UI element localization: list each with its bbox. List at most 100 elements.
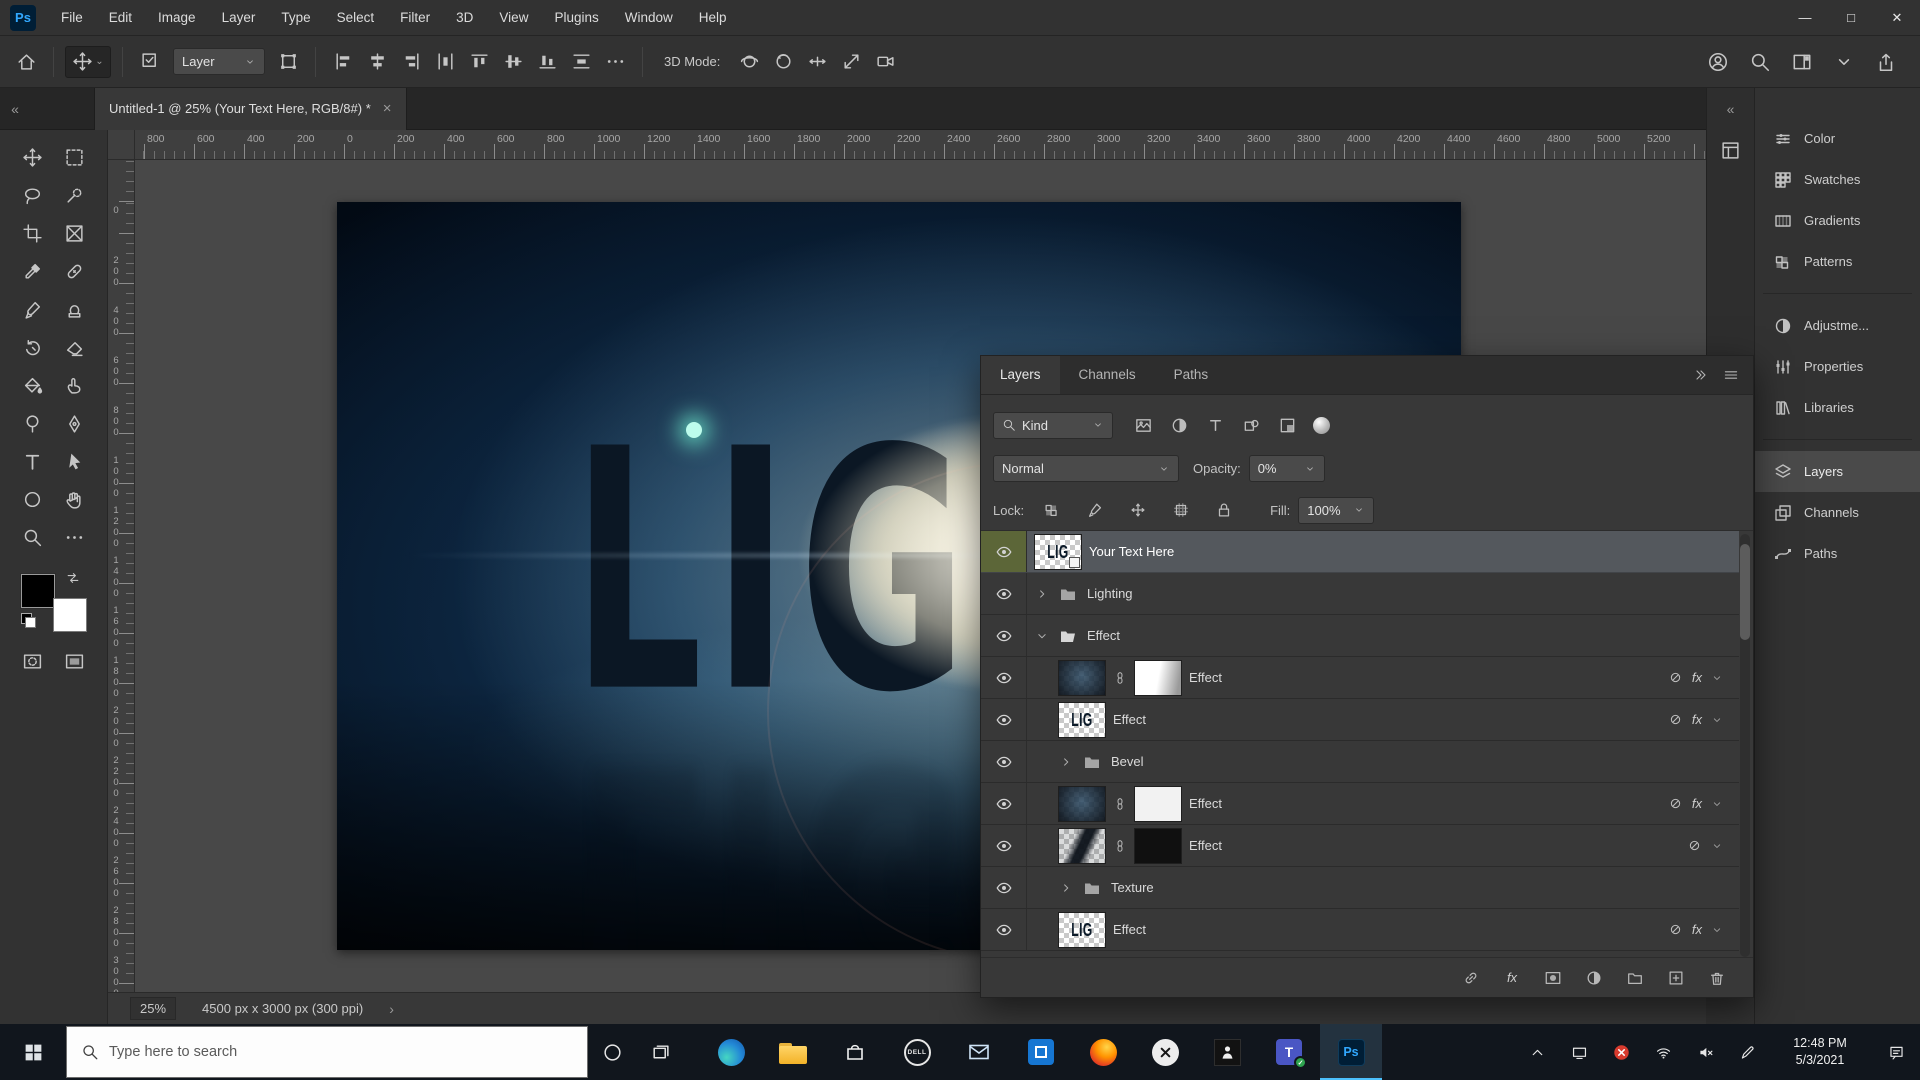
menu-item-filter[interactable]: Filter (387, 0, 443, 36)
visibility-toggle[interactable] (981, 909, 1027, 950)
taskbar-app-teams[interactable]: T✓ (1258, 1024, 1320, 1080)
vertical-ruler[interactable]: 0200400600800100012001400160018002000220… (108, 160, 135, 992)
layer-thumbnail[interactable]: LIG (1035, 535, 1081, 569)
search-input[interactable] (109, 1044, 573, 1060)
action-center-button[interactable] (1872, 1024, 1920, 1080)
dock-item-patterns[interactable]: Patterns (1755, 241, 1920, 282)
marquee-tool-button[interactable] (56, 140, 94, 174)
delete-layer-button[interactable] (1705, 966, 1729, 990)
menu-item-image[interactable]: Image (145, 0, 209, 36)
layer-mask-thumbnail[interactable] (1135, 661, 1181, 695)
layer-group-row[interactable]: Bevel (981, 741, 1739, 783)
lock-transparent-button[interactable] (1036, 496, 1068, 524)
layer-group-row[interactable]: Texture (981, 867, 1739, 909)
expand-arrow-icon[interactable] (1035, 587, 1049, 601)
taskbar-app-photoshop[interactable]: Ps (1320, 1024, 1382, 1080)
layer-thumbnail[interactable]: LIG (1059, 913, 1105, 947)
tray-pen-button[interactable] (1726, 1024, 1768, 1080)
align-middle-button[interactable] (497, 46, 529, 78)
layer-thumbnail[interactable]: LIG (1059, 703, 1105, 737)
slide-3d-button[interactable] (835, 46, 867, 78)
menu-item-edit[interactable]: Edit (96, 0, 145, 36)
dock-item-paths[interactable]: Paths (1755, 533, 1920, 574)
taskbar-app-file-explorer[interactable] (762, 1024, 824, 1080)
chevron-down-button[interactable] (1828, 46, 1860, 78)
visibility-toggle[interactable] (981, 783, 1027, 824)
workspace-switcher-button[interactable] (1786, 46, 1818, 78)
align-left-button[interactable] (327, 46, 359, 78)
layer-effects-fx[interactable]: fx (1692, 796, 1702, 811)
layer-thumbnail[interactable] (1059, 787, 1105, 821)
chevron-down-icon[interactable] (1711, 924, 1723, 936)
account-button[interactable] (1702, 46, 1734, 78)
layer-mask-button[interactable] (1541, 966, 1565, 990)
menu-item-3d[interactable]: 3D (443, 0, 486, 36)
new-group-button[interactable] (1623, 966, 1647, 990)
dock-item-channels[interactable]: Channels (1755, 492, 1920, 533)
eraser-tool-button[interactable] (56, 330, 94, 364)
chevron-down-icon[interactable] (1711, 714, 1723, 726)
filter-toggle[interactable] (1313, 417, 1330, 434)
smudge-tool-button[interactable] (56, 368, 94, 402)
collapse-panels-button[interactable]: « (0, 88, 30, 130)
menu-item-plugins[interactable]: Plugins (541, 0, 611, 36)
panel-tab-layers[interactable]: Layers (981, 356, 1060, 394)
foreground-color-swatch[interactable] (21, 574, 55, 608)
menu-item-layer[interactable]: Layer (209, 0, 269, 36)
lock-all-button[interactable] (1208, 496, 1240, 524)
eyedropper-tool-button[interactable] (14, 254, 52, 288)
close-button[interactable]: ✕ (1874, 0, 1920, 35)
expand-dock-button[interactable]: « (1716, 88, 1746, 130)
layer-row[interactable]: Effectfx (981, 783, 1739, 825)
distribute-h-button[interactable] (429, 46, 461, 78)
visibility-toggle[interactable] (981, 867, 1027, 908)
task-view-button[interactable] (636, 1024, 684, 1080)
quick-select-tool-button[interactable] (56, 178, 94, 212)
filter-smart-object-button[interactable] (1271, 411, 1303, 439)
chevron-down-icon[interactable] (1711, 840, 1723, 852)
dock-item-libraries[interactable]: Libraries (1755, 387, 1920, 428)
restore-button[interactable]: □ (1828, 0, 1874, 35)
brush-tool-button[interactable] (14, 292, 52, 326)
layer-effects-fx[interactable]: fx (1692, 670, 1702, 685)
layer-row[interactable]: Effect (981, 825, 1739, 867)
lock-pixels-button[interactable] (1079, 496, 1111, 524)
tray-alert-button[interactable] (1600, 1024, 1642, 1080)
screen-mode-button[interactable] (56, 644, 94, 678)
dock-item-properties[interactable]: Properties (1755, 346, 1920, 387)
share-button[interactable] (1870, 46, 1902, 78)
gradient-bucket-tool-button[interactable] (14, 368, 52, 402)
layer-effects-fx[interactable]: fx (1692, 712, 1702, 727)
visibility-toggle[interactable] (981, 699, 1027, 740)
taskbar-app-dell[interactable]: DELL (886, 1024, 948, 1080)
status-expand-chevron[interactable]: › (389, 1001, 394, 1017)
taskbar-app-store[interactable] (824, 1024, 886, 1080)
auto-select-target-dropdown[interactable]: Layer (173, 48, 265, 75)
dock-item-gradients[interactable]: Gradients (1755, 200, 1920, 241)
panel-menu-icon[interactable] (1723, 367, 1739, 383)
menu-item-help[interactable]: Help (686, 0, 740, 36)
taskbar-app-mail[interactable] (948, 1024, 1010, 1080)
new-layer-button[interactable] (1664, 966, 1688, 990)
layer-row[interactable]: LIGYour Text Here (981, 531, 1739, 573)
taskbar-clock[interactable]: 12:48 PM 5/3/2021 (1774, 1035, 1866, 1070)
layer-thumbnail[interactable] (1059, 829, 1105, 863)
layer-group-row[interactable]: Lighting (981, 573, 1739, 615)
zoom-level[interactable]: 25% (130, 997, 176, 1020)
taskbar-app-edge[interactable] (700, 1024, 762, 1080)
tray-network-button[interactable] (1642, 1024, 1684, 1080)
tray-volume-muted-button[interactable] (1684, 1024, 1726, 1080)
dock-item-layers[interactable]: Layers (1755, 451, 1920, 492)
visibility-toggle[interactable] (981, 657, 1027, 698)
layer-row[interactable]: LIGEffectfx (981, 909, 1739, 951)
minimize-button[interactable]: — (1782, 0, 1828, 35)
taskbar-app-firefox[interactable] (1072, 1024, 1134, 1080)
lock-position-button[interactable] (1122, 496, 1154, 524)
dock-item-color[interactable]: Color (1755, 118, 1920, 159)
visibility-toggle[interactable] (981, 573, 1027, 614)
taskbar-search[interactable] (66, 1026, 588, 1078)
opacity-dropdown[interactable]: 0% (1249, 455, 1325, 482)
transform-controls-toggle[interactable] (272, 46, 304, 78)
link-layers-button[interactable] (1459, 966, 1483, 990)
panel-tab-paths[interactable]: Paths (1155, 356, 1228, 394)
